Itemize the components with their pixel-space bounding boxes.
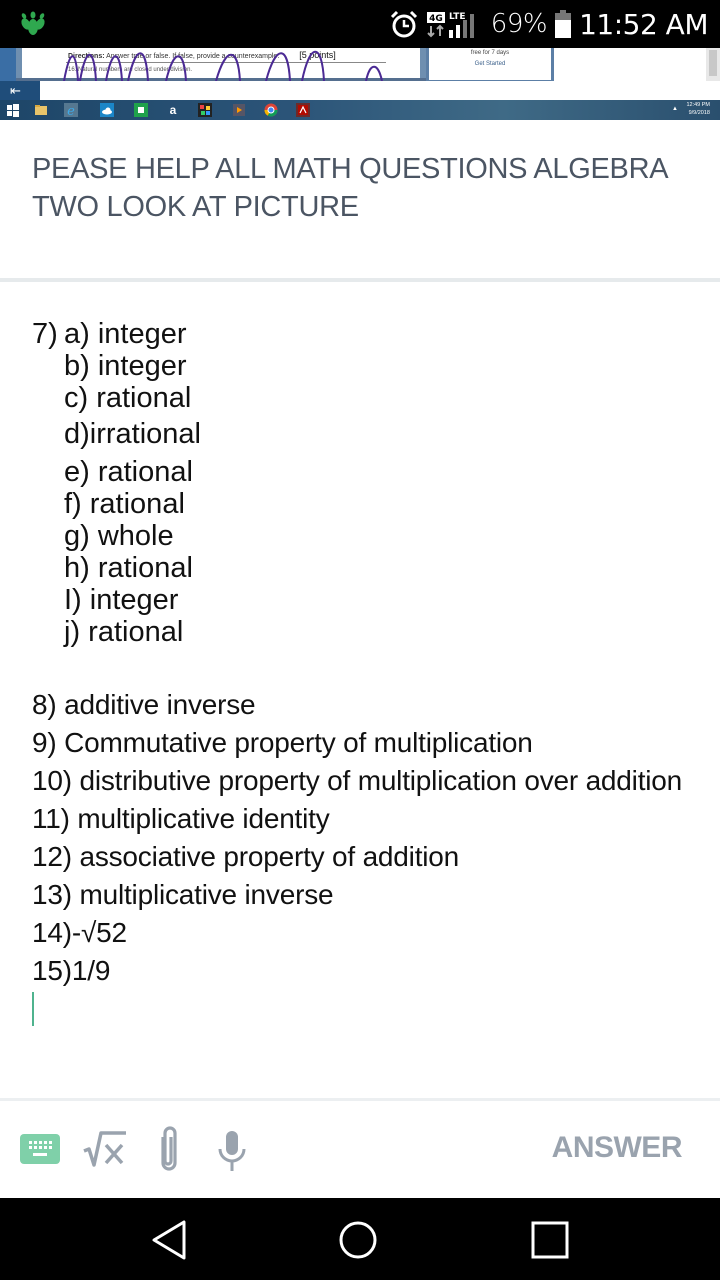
media-player-icon <box>233 104 245 116</box>
q7-item: d)irrational <box>64 418 201 450</box>
q7-item: f) rational <box>64 488 185 520</box>
onedrive-icon <box>100 103 114 117</box>
answer-line: 15)1/9 <box>32 955 111 986</box>
q7-item: e) rational <box>64 456 193 488</box>
paperclip-icon <box>161 1126 177 1171</box>
answer-q7: 7) a) integer b) integer c) rational d)i… <box>32 318 692 648</box>
answer-line: 14)-√52 <box>32 917 127 948</box>
q7-list: a) integer b) integer c) rational d)irra… <box>64 318 692 648</box>
games-icon <box>198 103 212 117</box>
attach-button[interactable] <box>155 1125 183 1173</box>
q7-number: 7) <box>32 318 58 350</box>
answer-lines: 8) additive inverse 9) Commutative prope… <box>32 686 692 1026</box>
signal-icon: 4G LTE <box>426 12 474 38</box>
scrollbar <box>706 48 720 84</box>
q7-item: h) rational <box>64 552 193 584</box>
answer-line: 8) additive inverse <box>32 689 256 720</box>
get-started-link: Get Started <box>474 61 506 67</box>
question-attachment-image[interactable]: Directions: Answer true or false. If fal… <box>0 48 720 120</box>
internet-explorer-icon: e <box>64 103 78 117</box>
square-root-icon <box>83 1131 126 1167</box>
back-icon[interactable] <box>148 1218 192 1262</box>
answer-line: 11) multiplicative identity <box>32 803 330 834</box>
q7-item: I) integer <box>64 584 179 616</box>
text-cursor <box>32 992 34 1026</box>
store-icon <box>134 103 148 117</box>
keyboard-button[interactable] <box>20 1134 60 1164</box>
document-window: Directions: Answer true or false. If fal… <box>16 48 426 81</box>
question-text: PEASE HELP ALL MATH QUESTIONS ALGEBRA TW… <box>32 153 667 223</box>
q7-item: c) rational <box>64 382 192 414</box>
svg-text:a: a <box>170 103 177 117</box>
recents-icon[interactable] <box>528 1218 572 1262</box>
answer-line: 9) Commutative property of multiplicatio… <box>32 727 533 758</box>
taskbar-clock: 12:49 PM 9/9/2018 <box>686 102 710 116</box>
alarm-icon <box>390 10 417 38</box>
home-icon[interactable] <box>336 1218 380 1262</box>
answer-line: 12) associative property of addition <box>32 841 460 872</box>
svg-text:e: e <box>67 104 75 117</box>
status-time: 11:52 AM <box>579 7 708 41</box>
side-panel: free for 7 days Get Started <box>426 48 554 84</box>
answer-submit-button[interactable]: ANSWER <box>552 1131 683 1165</box>
battery-icon <box>555 10 572 38</box>
status-bar: 4G LTE 69% 11:52 AM <box>0 0 720 48</box>
q7-item: a) integer <box>64 318 187 350</box>
tray-expand-icon: ▲ <box>672 106 678 112</box>
handwritten-scribble <box>63 50 383 81</box>
windows-start-icon <box>7 104 19 117</box>
chrome-icon <box>264 103 278 117</box>
math-equation-button[interactable] <box>82 1127 128 1171</box>
app-notification-icon <box>21 11 45 35</box>
answer-editor[interactable]: 7) a) integer b) integer c) rational d)i… <box>32 318 692 1026</box>
q7-item: j) rational <box>64 616 184 648</box>
acrobat-icon <box>296 103 310 117</box>
q7-item: g) whole <box>64 520 174 552</box>
answer-line: 10) distributive property of multiplicat… <box>32 765 683 796</box>
battery-percent: 69% <box>490 9 548 39</box>
microphone-icon <box>218 1131 246 1171</box>
answer-toolbar: ANSWER <box>0 1101 720 1197</box>
section-divider <box>0 278 720 282</box>
q7-item: b) integer <box>64 350 187 382</box>
answer-line: 13) multiplicative inverse <box>32 879 334 910</box>
android-navigation-bar <box>0 1198 720 1280</box>
back-arrow-icon: ⇤ <box>0 81 40 101</box>
file-explorer-icon <box>35 105 47 115</box>
windows-taskbar: e a ▲ 12:49 PM 9/9/2018 <box>0 100 720 120</box>
keyboard-icon <box>29 1141 52 1156</box>
voice-input-button[interactable] <box>216 1129 248 1173</box>
amazon-icon: a <box>170 103 177 117</box>
svg-text:4G: 4G <box>429 14 443 24</box>
